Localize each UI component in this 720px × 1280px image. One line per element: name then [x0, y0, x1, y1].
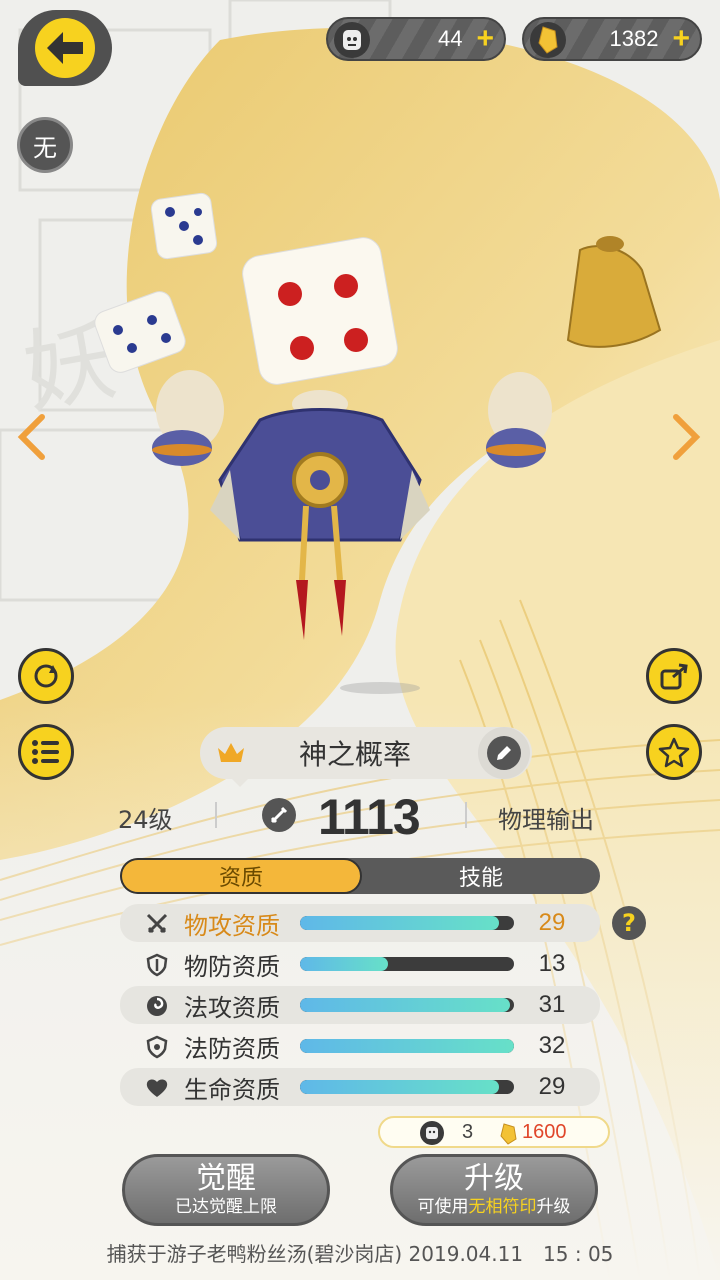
stat-value: 13 — [538, 950, 566, 977]
upgrade-cost: 3 1600 — [378, 1116, 610, 1148]
stat-label: 物攻资质 — [184, 911, 280, 940]
upgrade-subtitle-prefix: 可使用 — [417, 1197, 469, 1217]
stat-bar — [300, 1080, 514, 1094]
pet-name: 神之概率 — [298, 738, 411, 771]
upgrade-item-name: 无相符印 — [468, 1197, 537, 1217]
stat-bar-fill — [300, 916, 500, 930]
dice-icon — [242, 237, 398, 385]
stat-bar-fill — [300, 1080, 500, 1094]
stat-label: 法防资质 — [184, 1034, 280, 1063]
shield-icon — [144, 952, 170, 978]
stat-label: 物防资质 — [184, 952, 280, 981]
awaken-title: 觉醒 — [196, 1161, 256, 1196]
none-badge[interactable]: 无 — [17, 117, 73, 173]
star-icon — [658, 737, 690, 768]
chevron-left-icon — [17, 414, 45, 460]
pet-model — [94, 192, 662, 694]
gold-gem-icon — [500, 1123, 517, 1145]
name-bar-pointer — [232, 779, 248, 787]
crossed-swords-icon — [144, 911, 170, 937]
glove-icon — [152, 370, 224, 466]
pet-level: 24级 — [118, 806, 173, 834]
stat-row: 生命资质 29 — [120, 1068, 600, 1106]
divider — [465, 802, 467, 828]
stat-row: 物防资质 13 — [120, 945, 600, 983]
add-ticket-button[interactable]: + — [476, 24, 494, 54]
stat-bar-fill — [300, 957, 388, 971]
gold-counter: 1382 + — [522, 17, 702, 61]
share-icon — [660, 663, 688, 690]
stat-bar — [300, 998, 514, 1012]
back-button[interactable] — [18, 10, 112, 86]
aptitude-list: 物攻资质 29 物防资质 13 法攻资质 31 法防资质 32 生命资质 29 — [120, 904, 600, 1109]
awaken-button[interactable]: 觉醒 已达觉醒上限 — [122, 1154, 330, 1226]
cost-ticket-amount: 3 — [462, 1120, 474, 1143]
shield-icon — [144, 1034, 170, 1060]
spiral-icon — [144, 993, 170, 1019]
pet-summary: 24级 1113 物理输出 — [0, 788, 720, 845]
stat-row: 法防资质 32 — [120, 1027, 600, 1065]
rotate-view-button[interactable] — [18, 648, 74, 704]
robe-icon — [210, 390, 430, 640]
divider — [215, 802, 217, 828]
ticket-count: 44 — [437, 26, 463, 51]
stat-bar — [300, 916, 514, 930]
list-icon — [32, 740, 59, 764]
heart-icon — [144, 1075, 170, 1101]
combat-power-value: 1113 — [318, 789, 421, 845]
detail-tabs: 资质 技能 — [120, 858, 600, 894]
add-gold-button[interactable]: + — [672, 24, 690, 54]
upgrade-subtitle: 可使用无相符印升级 — [418, 1196, 571, 1218]
share-button[interactable] — [646, 648, 702, 704]
ticket-counter: 44 + — [326, 17, 506, 61]
face-ticket-icon — [420, 1121, 444, 1145]
tab-skills[interactable]: 技能 — [362, 858, 600, 894]
face-ticket-icon — [334, 22, 370, 58]
rotate-icon — [34, 664, 58, 688]
bell-icon — [566, 236, 662, 348]
stat-row: 法攻资质 31 — [120, 986, 600, 1024]
next-pet-button[interactable] — [670, 410, 702, 475]
tab-aptitude[interactable]: 资质 — [120, 858, 362, 894]
combat-power-icon — [262, 798, 296, 832]
rename-button[interactable] — [478, 727, 530, 779]
stat-value: 29 — [538, 1073, 566, 1100]
list-button[interactable] — [18, 724, 74, 780]
stat-bar-fill — [300, 1039, 514, 1053]
stat-value: 31 — [538, 991, 566, 1018]
awaken-subtitle: 已达觉醒上限 — [175, 1197, 277, 1217]
chevron-right-icon — [673, 414, 701, 460]
back-arrow-icon — [35, 18, 95, 78]
aptitude-help-button[interactable]: ? — [612, 906, 646, 940]
favorite-button[interactable] — [646, 724, 702, 780]
cost-gold-amount: 1600 — [522, 1120, 567, 1143]
pencil-icon — [487, 736, 521, 770]
gold-count: 1382 — [609, 26, 659, 51]
gold-gem-icon — [530, 22, 566, 58]
upgrade-title: 升级 — [464, 1161, 524, 1196]
stat-row: 物攻资质 29 — [120, 904, 600, 942]
upgrade-button[interactable]: 升级 可使用无相符印升级 — [390, 1154, 598, 1226]
stat-label: 生命资质 — [184, 1075, 280, 1104]
prev-pet-button[interactable] — [16, 410, 48, 475]
dice-icon — [150, 192, 218, 260]
pet-type: 物理输出 — [498, 806, 594, 834]
stat-label: 法攻资质 — [184, 993, 280, 1022]
stat-bar — [300, 1039, 514, 1053]
glove-icon — [486, 372, 552, 468]
stat-bar-fill — [300, 998, 510, 1012]
upgrade-subtitle-suffix: 升级 — [536, 1197, 571, 1217]
pet-name-bar: 神之概率 — [200, 727, 532, 779]
stat-value: 32 — [538, 1032, 566, 1059]
stat-bar — [300, 957, 514, 971]
capture-info: 捕获于游子老鸭粉丝汤(碧沙岗店) 2019.04.11 15 : 05 — [106, 1242, 614, 1266]
stat-value: 29 — [538, 909, 566, 936]
dice-icon — [94, 291, 186, 373]
